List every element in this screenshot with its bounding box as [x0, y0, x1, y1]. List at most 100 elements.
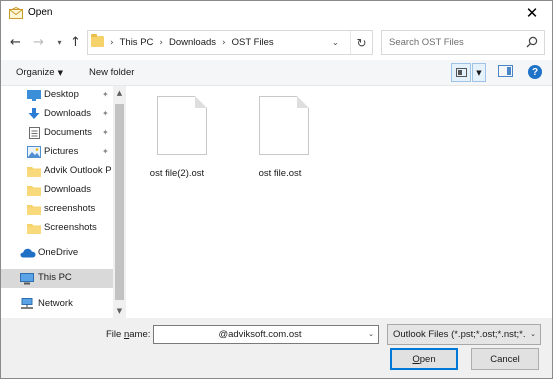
- sidebar-item-label: Documents: [44, 127, 93, 138]
- sidebar-item-this-pc[interactable]: This PC: [1, 269, 113, 288]
- folder-icon: [91, 34, 104, 47]
- blank-document-icon: [259, 96, 309, 155]
- sidebar-item-label: Advik Outlook P: [44, 165, 112, 176]
- new-folder-button[interactable]: New folder: [89, 67, 134, 78]
- open-file-dialog: Open ✕ ← → ▾ ↑ › This PC › Downloads › O…: [0, 0, 553, 379]
- chevron-down-icon: ⌄: [530, 330, 536, 338]
- computer-icon: [20, 273, 34, 285]
- sidebar-item-label: Screenshots: [44, 222, 97, 233]
- documents-icon: [29, 127, 40, 139]
- open-button[interactable]: Open: [390, 348, 458, 370]
- help-button[interactable]: ?: [528, 65, 542, 79]
- folder-icon: [27, 224, 41, 234]
- pin-icon[interactable]: ✦: [102, 147, 109, 156]
- cancel-button[interactable]: Cancel: [471, 348, 539, 370]
- sidebar-item-label: Downloads: [44, 184, 91, 195]
- file-name-label-suffix: ame:: [129, 329, 151, 340]
- view-icon: [455, 68, 467, 77]
- breadcrumb-downloads[interactable]: Downloads: [169, 37, 216, 48]
- folder-icon: [27, 186, 41, 196]
- scroll-up-arrow-icon[interactable]: ▲: [113, 86, 126, 100]
- dialog-footer: File name: @adviksoft.com.ost ⌄ Outlook …: [1, 318, 552, 378]
- chevron-right-icon[interactable]: ›: [159, 38, 163, 48]
- close-icon: ✕: [525, 4, 539, 22]
- cloud-icon: [20, 248, 36, 258]
- caret-down-icon: ▼: [476, 68, 482, 77]
- pin-icon[interactable]: ✦: [102, 90, 109, 99]
- refresh-button[interactable]: ↻: [350, 31, 372, 54]
- breadcrumb-ost-files[interactable]: OST Files: [232, 37, 274, 48]
- up-button[interactable]: ↑: [67, 34, 84, 51]
- search-placeholder: Search OST Files: [389, 37, 464, 48]
- sidebar-item-desktop[interactable]: Desktop ✦: [1, 86, 113, 105]
- file-item[interactable]: ost file(2).ost: [140, 86, 214, 179]
- sidebar-item-label: Network: [38, 298, 73, 309]
- preview-pane-button[interactable]: [498, 65, 513, 77]
- pin-icon[interactable]: ✦: [102, 128, 109, 137]
- sidebar-item-network[interactable]: Network: [1, 295, 113, 314]
- pin-icon[interactable]: ✦: [102, 109, 109, 118]
- search-icon: [526, 36, 538, 48]
- recent-locations-button[interactable]: ▾: [51, 34, 68, 51]
- chevron-down-icon[interactable]: ⌄: [368, 330, 374, 338]
- chevron-right-icon[interactable]: ›: [222, 38, 226, 48]
- pictures-icon: [27, 146, 41, 158]
- sidebar-item-documents[interactable]: Documents ✦: [1, 124, 113, 143]
- envelope-icon: [9, 7, 23, 19]
- sidebar-item-advik-outlook[interactable]: Advik Outlook P: [1, 162, 113, 181]
- scroll-down-arrow-icon[interactable]: ▼: [113, 304, 126, 318]
- file-name-value: @adviksoft.com.ost: [218, 329, 302, 340]
- folder-icon: [27, 167, 41, 177]
- back-button[interactable]: ←: [7, 34, 24, 51]
- forward-button[interactable]: →: [30, 34, 47, 51]
- sidebar-item-screenshots-lower[interactable]: screenshots: [1, 200, 113, 219]
- arrow-left-icon: ←: [10, 35, 21, 50]
- file-type-value: Outlook Files (*.pst;*.ost;*.nst;*.: [393, 329, 526, 340]
- open-label-rest: pen: [419, 353, 436, 365]
- refresh-icon: ↻: [356, 35, 367, 50]
- breadcrumb-this-pc[interactable]: This PC: [120, 37, 154, 48]
- close-button[interactable]: ✕: [512, 1, 552, 26]
- file-name: ost file(2).ost: [149, 168, 205, 179]
- search-input[interactable]: Search OST Files: [381, 30, 545, 55]
- navigation-pane: Desktop ✦ Downloads ✦ Documents ✦ Pictur…: [1, 86, 126, 318]
- sidebar-item-downloads[interactable]: Downloads ✦: [1, 105, 113, 124]
- desktop-icon: [27, 90, 41, 101]
- chevron-right-icon: ›: [110, 37, 114, 48]
- help-icon: ?: [531, 66, 539, 78]
- folder-icon: [27, 205, 41, 215]
- sidebar-item-label: Downloads: [44, 108, 91, 119]
- file-name-label: File name:: [106, 329, 150, 340]
- view-options-dropdown[interactable]: ▼: [472, 63, 486, 82]
- address-bar[interactable]: › This PC › Downloads › OST Files ⌄ ↻: [87, 30, 373, 55]
- breadcrumb: › This PC › Downloads › OST Files: [110, 37, 274, 48]
- sidebar-item-downloads-folder[interactable]: Downloads: [1, 181, 113, 200]
- sidebar-item-pictures[interactable]: Pictures ✦: [1, 143, 113, 162]
- chevron-down-icon: ⌄: [332, 38, 339, 47]
- file-name: ost file.ost: [258, 168, 302, 179]
- sidebar-item-label: screenshots: [44, 203, 96, 214]
- file-item[interactable]: ost file.ost: [242, 86, 316, 179]
- window-title: Open: [28, 7, 53, 18]
- sidebar-item-onedrive[interactable]: OneDrive: [1, 244, 113, 263]
- scrollbar-thumb[interactable]: [115, 104, 124, 300]
- chevron-down-icon: ▾: [57, 38, 62, 47]
- blank-document-icon: [157, 96, 207, 155]
- title-bar: Open ✕: [1, 1, 552, 26]
- network-icon: [21, 298, 33, 309]
- sidebar-item-label: Desktop: [44, 89, 79, 100]
- file-name-input[interactable]: @adviksoft.com.ost ⌄: [153, 325, 379, 344]
- change-view-button[interactable]: [451, 63, 471, 82]
- sidebar-item-label: Pictures: [44, 146, 79, 157]
- sidebar-item-label: This PC: [38, 272, 72, 283]
- address-history-dropdown[interactable]: ⌄: [332, 38, 339, 47]
- open-label-accelerator: O: [412, 353, 420, 365]
- arrow-up-icon: ↑: [70, 35, 81, 50]
- file-type-select[interactable]: Outlook Files (*.pst;*.ost;*.nst;*. ⌄: [387, 324, 541, 345]
- navigation-pane-scrollbar[interactable]: ▲ ▼: [113, 86, 126, 318]
- organize-menu[interactable]: Organize ▼: [16, 67, 63, 78]
- sidebar-item-screenshots[interactable]: Screenshots: [1, 219, 113, 238]
- file-name-label-prefix: File: [106, 329, 124, 340]
- sidebar-item-label: OneDrive: [38, 247, 79, 258]
- download-arrow-icon: [28, 108, 40, 119]
